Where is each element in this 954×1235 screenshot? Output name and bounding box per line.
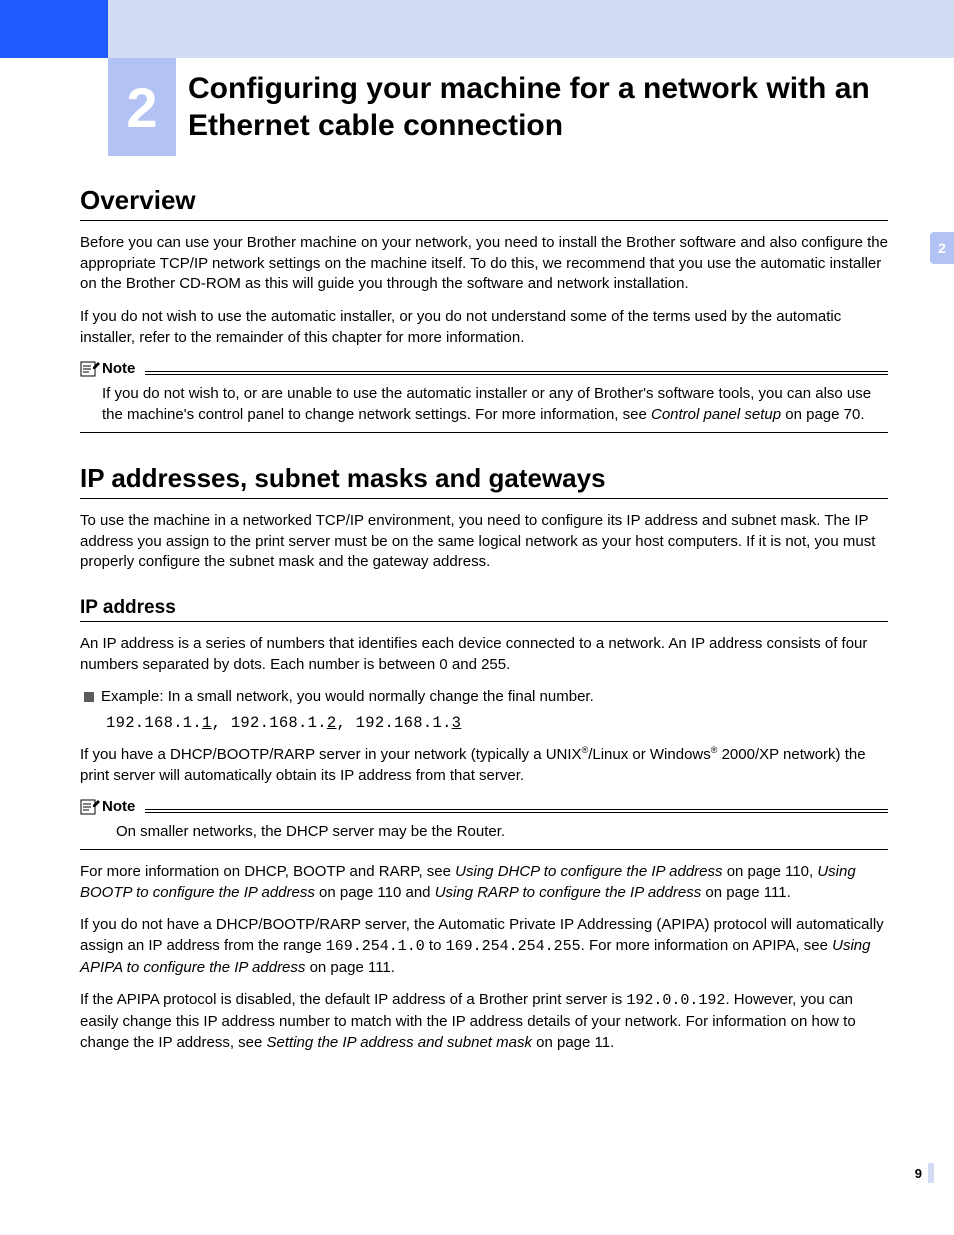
overview-paragraph-2: If you do not wish to use the automatic …: [80, 307, 888, 348]
note-label: Note: [102, 798, 135, 816]
ref-link-rarp[interactable]: Using RARP to configure the IP address: [435, 884, 702, 901]
note-top-rule: [145, 371, 888, 375]
ref-link-dhcp[interactable]: Using DHCP to configure the IP address: [455, 863, 722, 880]
note-pencil-icon: [80, 798, 100, 816]
note-box-2: Note On smaller networks, the DHCP serve…: [80, 798, 888, 850]
refs-text: on page 110,: [723, 863, 818, 880]
note-header: Note: [80, 360, 888, 378]
ref-link-setting-ip[interactable]: Setting the IP address and subnet mask: [267, 1034, 532, 1051]
page-number: 9: [915, 1166, 922, 1181]
note-header: Note: [80, 798, 888, 816]
ip-seg-u: 1: [202, 714, 212, 732]
page-content: Overview Before you can use your Brother…: [80, 185, 888, 1066]
page-number-bar: [928, 1163, 934, 1183]
overview-paragraph-1: Before you can use your Brother machine …: [80, 233, 888, 295]
dhcp-text: /Linux or Windows: [588, 746, 711, 763]
page-number-box: 9: [915, 1163, 934, 1183]
ip-sep: ,: [212, 714, 231, 732]
ip-seg: 192.168.1.: [106, 714, 202, 732]
apipa-text: . For more information on APIPA, see: [581, 937, 833, 954]
header-strip-light: [108, 0, 954, 58]
example-bullet: Example: In a small network, you would n…: [84, 687, 888, 708]
refs-text: on page 110 and: [315, 884, 435, 901]
ip-seg: 192.168.1.: [356, 714, 452, 732]
square-bullet-icon: [84, 692, 94, 702]
apipa-text: to: [425, 937, 446, 954]
note-top-rule: [145, 809, 888, 813]
side-tab-number: 2: [938, 240, 946, 256]
section-overview-heading: Overview: [80, 185, 888, 221]
apipa-text: on page 111.: [305, 959, 395, 976]
ip-sep: ,: [336, 714, 355, 732]
apipa-ip-start: 169.254.1.0: [326, 938, 425, 955]
ip-address-paragraph-1: An IP address is a series of numbers tha…: [80, 634, 888, 675]
dhcp-paragraph: If you have a DHCP/BOOTP/RARP server in …: [80, 744, 888, 786]
apipa-paragraph: If you do not have a DHCP/BOOTP/RARP ser…: [80, 915, 888, 978]
example-bullet-text: Example: In a small network, you would n…: [101, 687, 594, 708]
ip-seg-u: 3: [452, 714, 462, 732]
note-body-2: On smaller networks, the DHCP server may…: [80, 818, 888, 850]
default-ip-paragraph: If the APIPA protocol is disabled, the d…: [80, 990, 888, 1053]
ip-example-line: 192.168.1.1, 192.168.1.2, 192.168.1.3: [106, 714, 888, 732]
ip-seg-u: 2: [327, 714, 337, 732]
ip-seg: 192.168.1.: [231, 714, 327, 732]
side-tab: 2: [930, 232, 954, 264]
section-ip-heading: IP addresses, subnet masks and gateways: [80, 463, 888, 499]
note-label: Note: [102, 360, 135, 378]
subsection-ip-address-heading: IP address: [80, 597, 888, 622]
refs-text: on page 111.: [701, 884, 791, 901]
refs-text: For more information on DHCP, BOOTP and …: [80, 863, 455, 880]
chapter-number: 2: [126, 75, 157, 140]
header-strip-blue: [0, 0, 108, 58]
chapter-number-block: 2: [108, 58, 176, 156]
ip-intro-paragraph: To use the machine in a networked TCP/IP…: [80, 511, 888, 573]
header-strips: [0, 0, 954, 58]
apipa-ip-end: 169.254.254.255: [446, 938, 581, 955]
note-box-1: Note If you do not wish to, or are unabl…: [80, 360, 888, 432]
default-text: If the APIPA protocol is disabled, the d…: [80, 991, 626, 1008]
default-text: on page 11.: [532, 1034, 614, 1051]
references-paragraph: For more information on DHCP, BOOTP and …: [80, 862, 888, 903]
note-body-1: If you do not wish to, or are unable to …: [80, 380, 888, 432]
chapter-title: Configuring your machine for a network w…: [188, 70, 888, 145]
chapter-title-block: Configuring your machine for a network w…: [188, 58, 888, 156]
note-text-post: on page 70.: [781, 406, 864, 423]
note-pencil-icon: [80, 360, 100, 378]
default-ip-value: 192.0.0.192: [626, 992, 725, 1009]
dhcp-text: If you have a DHCP/BOOTP/RARP server in …: [80, 746, 582, 763]
note-ref-link[interactable]: Control panel setup: [651, 406, 781, 423]
